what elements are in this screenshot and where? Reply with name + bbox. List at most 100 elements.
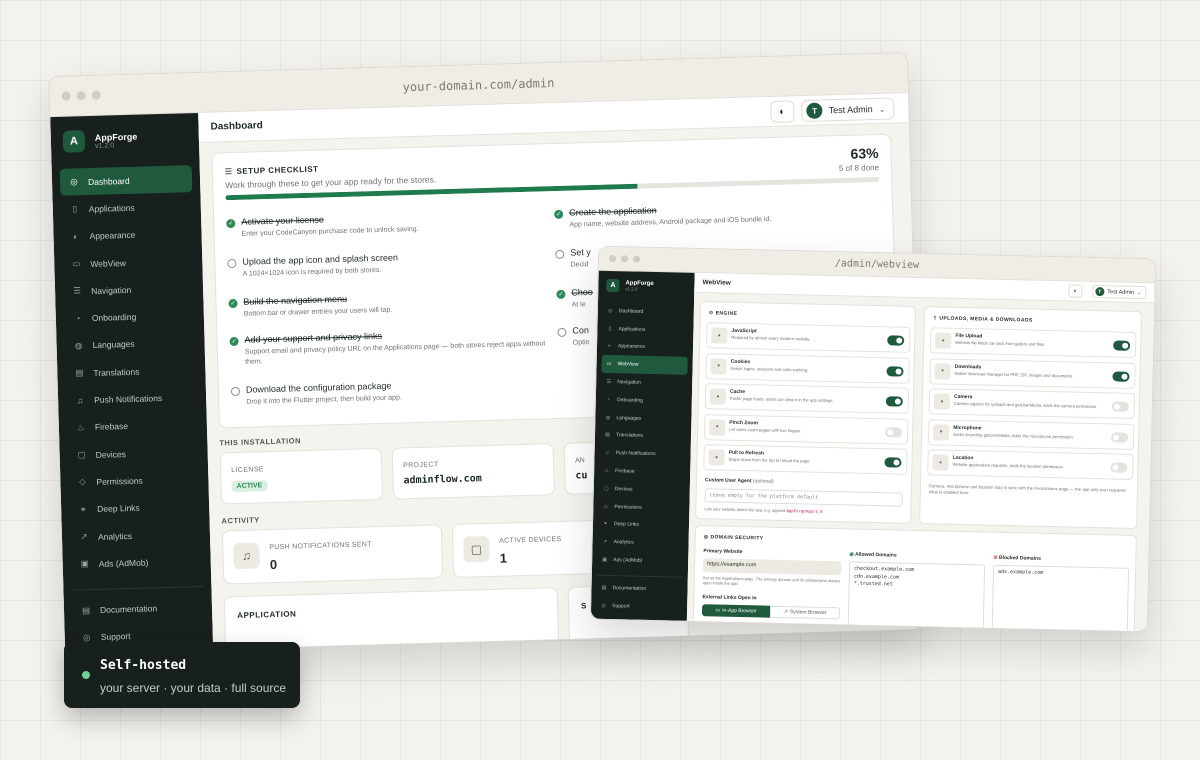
- in-app-browser-button[interactable]: ▭ In-App Browser: [701, 604, 771, 618]
- nav-icon: ▯: [608, 325, 612, 332]
- theme-toggle-button[interactable]: ◐: [770, 100, 795, 123]
- sidebar-item-webview[interactable]: ▭ WebView: [62, 247, 195, 278]
- sidebar-item-label: Analytics: [613, 539, 634, 546]
- check-circle-icon: ✓: [556, 289, 566, 300]
- sidebar-item-label: Deep Links: [613, 521, 640, 529]
- license-label: LICENSE: [231, 466, 265, 475]
- blocked-domains-textarea[interactable]: ads.example.com: [991, 564, 1130, 633]
- sidebar-item-navigation[interactable]: ☰ Navigation: [63, 274, 196, 305]
- checklist-item-title: Build the navigation menu: [243, 293, 348, 307]
- palette-icon: ◐: [72, 231, 79, 242]
- brand: A AppForge v1.2.0: [598, 271, 695, 304]
- window-controls[interactable]: [608, 254, 641, 263]
- sidebar-item-devices[interactable]: ▢ Devices: [67, 438, 200, 469]
- sidebar-item-ads-admob[interactable]: ▣ Ads (AdMob): [70, 547, 203, 578]
- sidebar-item-navigation[interactable]: ☰ Navigation: [601, 373, 687, 393]
- sidebar-item-documentation[interactable]: ▤ Documentation: [596, 579, 682, 599]
- sidebar-item-dashboard[interactable]: ◎ Dashboard: [59, 165, 193, 197]
- primary-website-field: https://example.com: [702, 558, 842, 576]
- sidebar-item-appearance[interactable]: ◐ Appearance: [602, 337, 688, 357]
- uploads-card: ⇪ UPLOADS, MEDIA & DOWNLOADS ▪ File Upload…: [919, 306, 1142, 530]
- setting-icon: ▪: [709, 388, 727, 405]
- theme-toggle-button[interactable]: ◐: [1068, 284, 1083, 298]
- sidebar-item-onboarding[interactable]: ◔ Onboarding: [601, 391, 687, 411]
- setting-desc: Camera capture for uploads and getUserMe…: [953, 400, 1098, 410]
- brand-version: v1.2.0: [625, 286, 638, 292]
- user-name: Test Admin: [828, 104, 873, 116]
- checklist-item-desc: Bottom bar or drawer entries your users …: [243, 306, 393, 318]
- sidebar-item-applications[interactable]: ▯ Applications: [60, 192, 193, 223]
- sidebar-item-deep-links[interactable]: ⚭ Deep Links: [69, 493, 202, 524]
- toggle-switch[interactable]: [1111, 401, 1129, 412]
- checklist-item[interactable]: ✓ Build the navigation menu Bottom bar or …: [228, 288, 549, 320]
- toggle-switch[interactable]: [886, 365, 904, 377]
- sidebar-item-label: WebView: [617, 361, 639, 368]
- sidebar-item-push-notifications[interactable]: ♫ Push Notifications: [66, 383, 199, 414]
- sidebar-item-analytics[interactable]: ↗ Analytics: [597, 533, 683, 553]
- nav-icon: ▣: [602, 556, 608, 564]
- sidebar-item-analytics[interactable]: ↗ Analytics: [70, 520, 203, 551]
- sidebar-item-languages[interactable]: ◍ Languages: [600, 409, 686, 429]
- setting-icon: ▪: [933, 393, 951, 410]
- sidebar-item-label: Languages: [616, 414, 642, 422]
- sidebar-item-firebase[interactable]: ♨ Firebase: [67, 411, 200, 442]
- sidebar: A AppForge v1.2.0 ◎ Dashboard ▯ Application…: [590, 270, 695, 621]
- check-circle-icon: ✓: [554, 209, 564, 220]
- ad-icon: ▣: [80, 558, 89, 569]
- sidebar-item-dashboard[interactable]: ◎ Dashboard: [603, 302, 689, 322]
- setting-title: Microphone: [953, 424, 982, 431]
- allowed-domains-textarea[interactable]: checkout.example.com cdn.example.com *.t…: [847, 561, 986, 633]
- sidebar-item-label: Support: [612, 602, 630, 610]
- toggle-switch[interactable]: [884, 457, 902, 468]
- toggle-switch[interactable]: [1110, 462, 1128, 473]
- sidebar-item-label: Appearance: [617, 343, 646, 351]
- page-title: WebView: [702, 279, 731, 287]
- toggle-switch[interactable]: [1113, 340, 1131, 351]
- sidebar-item-devices[interactable]: ▢ Devices: [599, 480, 685, 500]
- sidebar-item-firebase[interactable]: ♨ Firebase: [599, 462, 685, 482]
- toggle-switch[interactable]: [885, 426, 903, 438]
- bell-icon: ♫: [76, 395, 84, 406]
- setting-desc: Swipe down from the top to reload the pa…: [728, 456, 811, 464]
- sidebar-item-documentation[interactable]: ▤ Documentation: [72, 593, 205, 624]
- sidebar-item-permissions[interactable]: ◇ Permissions: [598, 498, 684, 518]
- checklist-done-count: 5 of 8 done: [838, 162, 880, 174]
- globe-icon: ◍: [74, 340, 83, 351]
- toggle-switch[interactable]: [885, 396, 903, 407]
- sidebar-item-deep-links[interactable]: ⚭ Deep Links: [598, 515, 684, 535]
- window-controls[interactable]: [61, 90, 101, 101]
- brand-version: v1.2.0: [94, 141, 115, 150]
- checklist-item[interactable]: ✓ Create the application App name, website…: [554, 199, 885, 231]
- sidebar-item-push-notifications[interactable]: ♫ Push Notifications: [599, 444, 685, 464]
- user-agent-input[interactable]: Leave empty for the platform default: [704, 488, 903, 507]
- checklist-item[interactable]: ✓ Add your support and privacy links Suppo…: [229, 326, 550, 368]
- user-menu[interactable]: T Test Admin ⌄: [1092, 284, 1147, 300]
- sidebar-item-ads-admob[interactable]: ▣ Ads (AdMob): [597, 551, 683, 571]
- devices-label: ACTIVE DEVICES: [499, 535, 562, 545]
- sidebar-item-translations[interactable]: ▤ Translations: [65, 356, 198, 387]
- sidebar-item-languages[interactable]: ◍ Languages: [64, 329, 197, 360]
- sidebar-item-label: Push Notifications: [615, 450, 656, 458]
- sidebar-item-permissions[interactable]: ◇ Permissions: [68, 465, 201, 496]
- main-content: WebView ◐ T Test Admin ⌄ ⚙ ENGINE ▪ JavaSc…: [686, 272, 1155, 633]
- user-menu[interactable]: T Test Admin ⌄: [801, 97, 895, 123]
- check-circle-icon: ◉: [849, 551, 854, 558]
- checklist-item[interactable]: Upload the app icon and splash screen A 1…: [227, 248, 548, 280]
- toggle-switch[interactable]: [887, 335, 905, 346]
- system-browser-button[interactable]: ↗ System Browser: [769, 605, 841, 620]
- checklist-item-title: Download the configuration package: [245, 380, 392, 395]
- sidebar-item-webview[interactable]: ▭ WebView: [601, 355, 688, 375]
- checklist-item[interactable]: ✓ Activate your license Enter your CodeCan…: [226, 208, 547, 240]
- engine-heading: ⚙ ENGINE: [708, 310, 738, 317]
- sidebar-item-translations[interactable]: ▤ Translations: [600, 426, 686, 446]
- toggle-switch[interactable]: [1112, 370, 1130, 382]
- checklist-item[interactable]: Download the configuration package Drop i…: [230, 376, 552, 408]
- sidebar-item-appearance[interactable]: ◐ Appearance: [61, 220, 194, 251]
- sidebar-item-applications[interactable]: ▯ Applications: [602, 320, 688, 340]
- dashboard-icon: ◎: [70, 176, 78, 187]
- sidebar-item-onboarding[interactable]: ◔ Onboarding: [64, 302, 197, 333]
- status-dot-icon: [82, 671, 90, 679]
- toggle-switch[interactable]: [1110, 431, 1129, 443]
- setting-icon: ▪: [932, 454, 949, 471]
- sidebar-item-support[interactable]: ◎ Support: [596, 597, 682, 617]
